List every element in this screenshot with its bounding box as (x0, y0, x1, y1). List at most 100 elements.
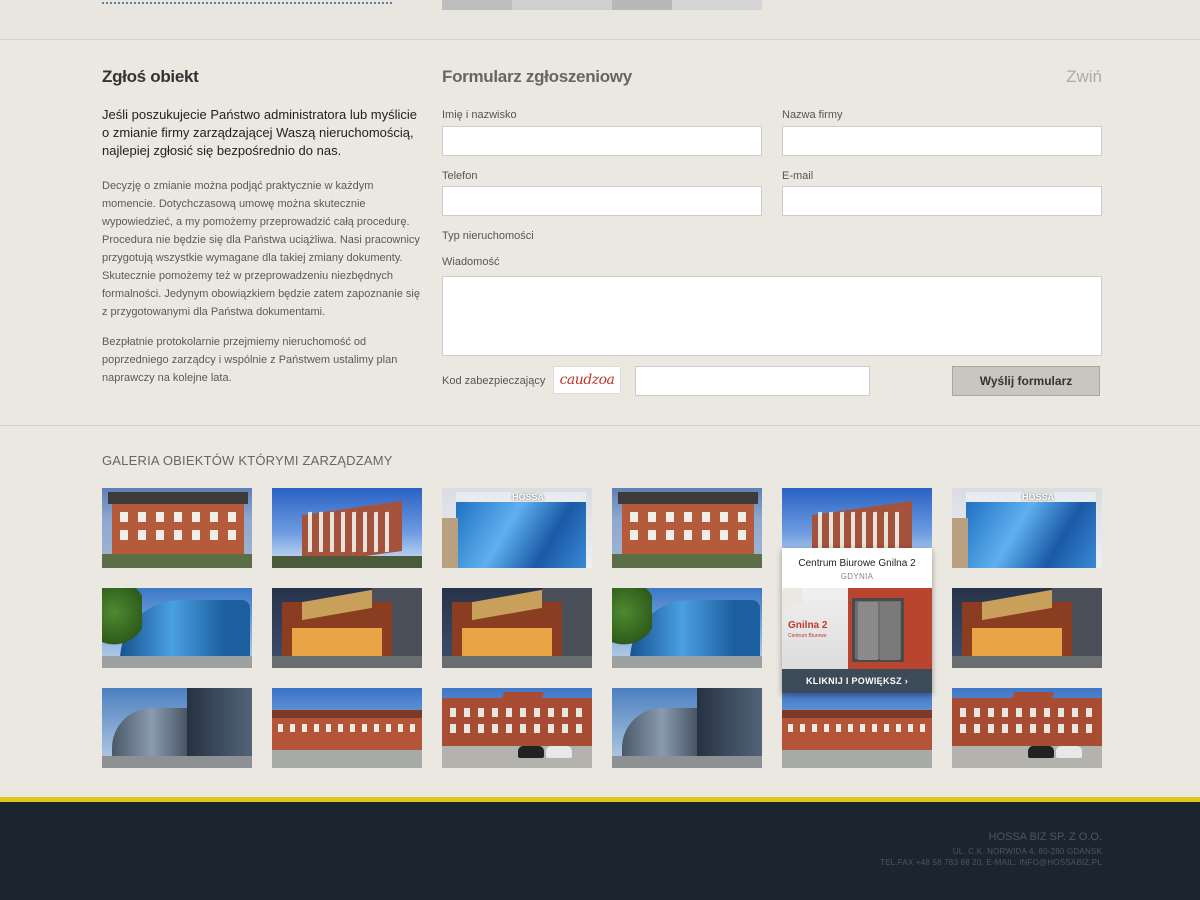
thumbnail-detail (612, 588, 652, 648)
thumbnail-detail (972, 628, 1062, 658)
submit-button[interactable]: Wyślij formularz (952, 366, 1100, 396)
thumbnail-detail (1058, 724, 1064, 733)
phone-field[interactable] (442, 186, 762, 216)
gallery-thumbnail[interactable]: HOSSA (442, 488, 592, 568)
thumbnail-detail (174, 530, 182, 540)
thumbnail-detail (884, 724, 889, 732)
top-image-fragment (442, 0, 762, 10)
thumbnail-detail (138, 512, 146, 522)
email-field[interactable] (782, 186, 1102, 216)
gallery-thumbnail[interactable] (612, 488, 762, 568)
thumbnail-detail (576, 724, 582, 733)
property-type-label[interactable]: Typ nieruchomości (442, 230, 534, 242)
thumbnail-detail (974, 708, 980, 717)
hover-card-city: GDYNIA (840, 572, 874, 581)
gallery-thumbnail[interactable] (952, 588, 1102, 668)
thumbnail-detail (302, 724, 307, 732)
thumbnail-detail (738, 512, 746, 522)
name-label: Imię i nazwisko (442, 109, 517, 121)
thumbnail-detail (374, 511, 378, 553)
gallery-thumbnail[interactable] (612, 588, 762, 668)
thumbnail-detail (1009, 692, 1055, 704)
thumbnail-detail (684, 512, 692, 522)
thumbnail-detail (326, 724, 331, 732)
phone-label: Telefon (442, 170, 478, 182)
thumbnail-detail (464, 724, 470, 733)
thumbnail-detail (884, 511, 888, 553)
collapse-link[interactable]: Zwiń (1066, 67, 1102, 87)
thumbnail-detail (1016, 708, 1022, 717)
thumbnail-detail (1086, 708, 1092, 717)
hover-card-sign-sub: Centrum Biurowe (788, 633, 827, 639)
thumbnail-detail (499, 692, 545, 704)
thumbnail-detail (824, 724, 829, 732)
thumbnail-detail (1030, 724, 1036, 733)
thumbnail-detail (338, 724, 343, 732)
thumbnail-detail (612, 656, 762, 668)
gallery-thumbnail[interactable] (272, 688, 422, 768)
thumbnail-detail (272, 710, 422, 718)
thumbnail-detail (860, 724, 865, 732)
footer-company: HOSSA BIZ SP. Z O.O. (988, 831, 1103, 843)
gallery-thumbnail[interactable] (102, 488, 252, 568)
gallery-hover-card[interactable]: Centrum Biurowe Gnilna 2 GDYNIA Gnilna 2… (782, 548, 932, 693)
top-link-fragment[interactable] (102, 0, 392, 4)
gallery-thumbnail[interactable] (782, 688, 932, 768)
enlarge-button[interactable]: KLIKNIJ I POWIĘKSZ › (782, 669, 932, 693)
thumbnail-detail (648, 530, 656, 540)
gallery-thumbnail[interactable] (272, 588, 422, 668)
thumbnail-detail (812, 724, 817, 732)
message-field[interactable] (442, 276, 1102, 356)
top-strip (0, 0, 1200, 40)
thumbnail-detail (1030, 708, 1036, 717)
thumbnail-detail (362, 724, 367, 732)
thumbnail-detail (782, 750, 932, 768)
thumbnail-detail (1056, 746, 1082, 758)
thumbnail-detail (228, 530, 236, 540)
thumbnail-detail (1086, 724, 1092, 733)
thumbnail-detail (492, 708, 498, 717)
thumbnail-detail (478, 708, 484, 717)
thumbnail-detail (782, 710, 932, 718)
footer: HOSSA BIZ SP. Z O.O. UL. C.K. NORWIDA 4,… (0, 802, 1200, 900)
thumbnail-detail (156, 530, 164, 540)
thumbnail-detail (872, 724, 877, 732)
thumbnail-detail (612, 756, 762, 768)
gallery-thumbnail[interactable] (272, 488, 422, 568)
name-field[interactable] (442, 126, 762, 156)
gallery-thumbnail[interactable] (102, 688, 252, 768)
thumbnail-detail (272, 750, 422, 768)
thumbnail-detail (210, 530, 218, 540)
thumbnail-detail (920, 724, 925, 732)
thumbnail-detail (192, 530, 200, 540)
thumbnail-detail (292, 628, 382, 658)
thumbnail-detail (576, 708, 582, 717)
thumbnail-detail (187, 688, 252, 758)
gallery-thumbnail[interactable] (102, 588, 252, 668)
gallery-thumbnail[interactable] (442, 688, 592, 768)
thumbnail-detail (630, 512, 638, 522)
thumbnail-detail (290, 724, 295, 732)
thumbnail-detail (385, 511, 389, 553)
thumbnail-detail (518, 746, 544, 758)
thumbnail-detail (506, 724, 512, 733)
company-field[interactable] (782, 126, 1102, 156)
captcha-field[interactable] (635, 366, 870, 396)
gallery-thumbnail[interactable] (442, 588, 592, 668)
gallery-thumbnail[interactable]: HOSSA (952, 488, 1102, 568)
thumbnail-detail (648, 512, 656, 522)
thumbnail-detail (818, 511, 822, 553)
thumbnail-detail (330, 511, 334, 553)
gallery-thumbnail[interactable] (612, 688, 762, 768)
thumbnail-detail (548, 708, 554, 717)
thumbnail-detail (562, 708, 568, 717)
thumbnail-detail (666, 512, 674, 522)
thumbnail-detail (272, 716, 422, 750)
thumbnail-detail (112, 708, 192, 758)
gallery-thumbnail[interactable] (952, 688, 1102, 768)
thumbnail-detail (272, 556, 422, 568)
thumbnail-detail (442, 698, 592, 746)
thumbnail-detail (363, 511, 367, 553)
thumbnail-detail (702, 512, 710, 522)
hover-card-sign: Gnilna 2 (788, 620, 828, 631)
